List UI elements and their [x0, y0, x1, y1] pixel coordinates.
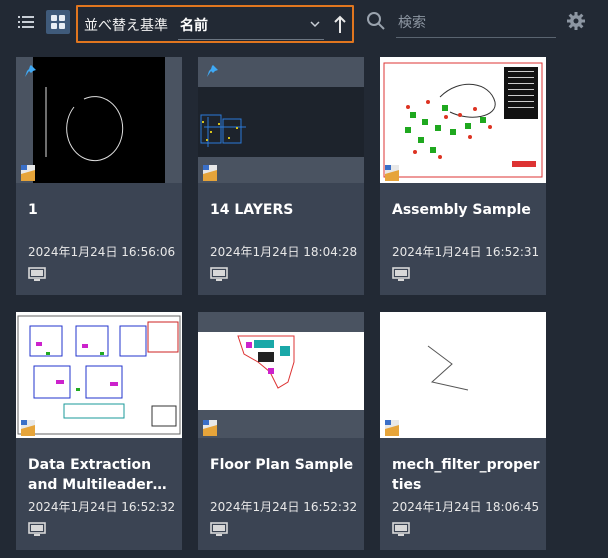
- grid-view-icon[interactable]: [46, 10, 70, 34]
- pin-icon[interactable]: [206, 64, 220, 78]
- computer-icon: [210, 522, 228, 536]
- computer-icon: [28, 267, 46, 281]
- dwg-file-icon: [203, 165, 217, 181]
- toolbar: 並べ替え基準 名前: [0, 0, 608, 46]
- drawing-card-1[interactable]: 1 2024年1月24日 16:56:06: [16, 57, 182, 295]
- dwg-file-icon: [21, 420, 35, 436]
- drawing-title: mech_filter_properties: [392, 457, 540, 493]
- search-input[interactable]: [396, 8, 556, 38]
- drawing-card-3[interactable]: Assembly Sample 2024年1月24日 16:52:31: [380, 57, 546, 295]
- drawing-date: 2024年1月24日 18:06:45: [392, 500, 540, 514]
- dwg-file-icon: [385, 165, 399, 181]
- pin-icon[interactable]: [24, 64, 38, 78]
- drawing-thumbnail: [380, 312, 546, 438]
- drawing-thumbnail: [380, 57, 546, 183]
- drawing-title: Data Extraction and Multileader…: [28, 457, 167, 493]
- drawing-title: 1: [28, 202, 38, 218]
- drawing-date: 2024年1月24日 16:56:06: [28, 245, 176, 259]
- sort-ascending-icon[interactable]: [330, 13, 350, 37]
- chevron-down-icon: [310, 21, 320, 28]
- computer-icon: [210, 267, 228, 281]
- computer-icon: [392, 267, 410, 281]
- drawing-card-5[interactable]: Floor Plan Sample 2024年1月24日 16:52:32: [198, 312, 364, 550]
- drawing-title: Floor Plan Sample: [210, 457, 354, 473]
- list-view-icon[interactable]: [14, 10, 38, 34]
- drawing-thumbnail: [16, 57, 182, 183]
- sort-value: 名前: [180, 18, 208, 34]
- computer-icon: [28, 522, 46, 536]
- sort-label: 並べ替え基準: [84, 18, 168, 34]
- drawing-card-6[interactable]: mech_filter_properties 2024年1月24日 18:06:…: [380, 312, 546, 550]
- gear-icon[interactable]: [566, 11, 586, 31]
- drawing-thumbnail: [16, 312, 182, 438]
- drawing-date: 2024年1月24日 16:52:32: [210, 500, 358, 514]
- sort-control: 並べ替え基準 名前: [76, 5, 354, 43]
- sort-select[interactable]: 名前: [178, 13, 324, 40]
- drawing-card-4[interactable]: Data Extraction and Multileader… 2024年1月…: [16, 312, 182, 550]
- search-icon: [367, 12, 385, 30]
- drawing-date: 2024年1月24日 18:04:28: [210, 245, 358, 259]
- drawing-card-2[interactable]: 14 LAYERS 2024年1月24日 18:04:28: [198, 57, 364, 295]
- dwg-file-icon: [203, 420, 217, 436]
- dwg-file-icon: [385, 420, 399, 436]
- drawing-title: Assembly Sample: [392, 202, 531, 218]
- drawing-title: 14 LAYERS: [210, 202, 294, 218]
- drawing-thumbnail: [198, 57, 364, 183]
- dwg-file-icon: [21, 165, 35, 181]
- drawing-date: 2024年1月24日 16:52:32: [28, 500, 176, 514]
- computer-icon: [392, 522, 410, 536]
- drawing-date: 2024年1月24日 16:52:31: [392, 245, 540, 259]
- drawing-thumbnail: [198, 312, 364, 438]
